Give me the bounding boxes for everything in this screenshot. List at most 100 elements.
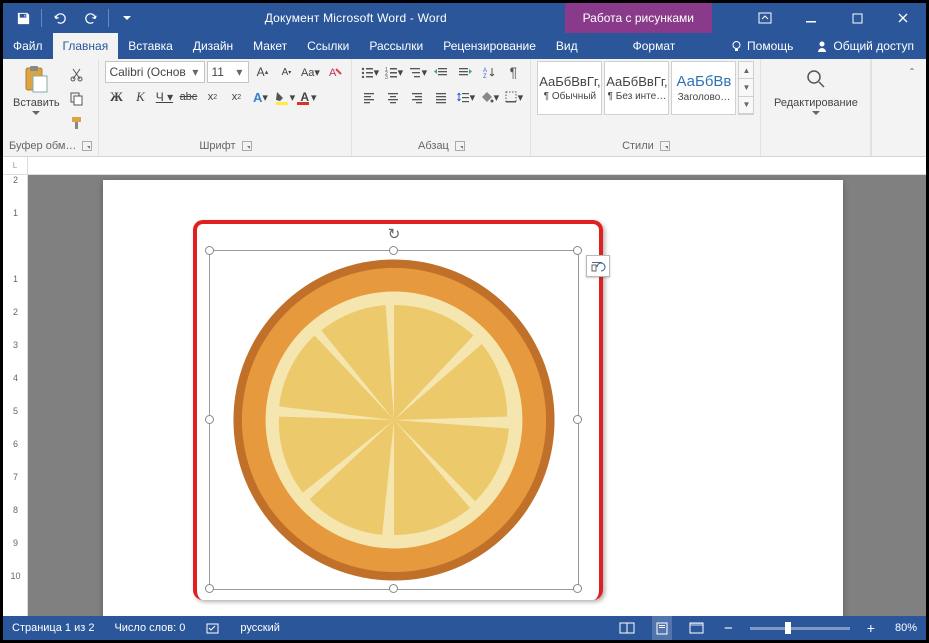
tab-references[interactable]: Ссылки bbox=[297, 33, 359, 59]
tab-insert[interactable]: Вставка bbox=[118, 33, 183, 59]
align-center-button[interactable] bbox=[382, 86, 404, 108]
show-hide-button[interactable]: ¶ bbox=[502, 61, 524, 83]
tab-home[interactable]: Главная bbox=[53, 33, 119, 59]
chevron-down-icon bbox=[812, 111, 820, 116]
web-layout-button[interactable] bbox=[686, 616, 707, 640]
zoom-slider[interactable] bbox=[750, 627, 850, 630]
style-heading1[interactable]: АаБбВвЗаголово… bbox=[671, 61, 736, 115]
resize-handle-se[interactable] bbox=[573, 584, 582, 593]
styles-dialog-launcher[interactable] bbox=[660, 141, 670, 151]
line-spacing-button[interactable]: ▾ bbox=[454, 86, 476, 108]
zoom-level[interactable]: 80% bbox=[892, 616, 920, 640]
svg-text:A: A bbox=[329, 67, 337, 79]
strikethrough-button[interactable]: abc bbox=[177, 86, 199, 108]
resize-handle-w[interactable] bbox=[205, 415, 214, 424]
tab-file[interactable]: Файл bbox=[3, 33, 53, 59]
underline-button[interactable]: Ч ▾ bbox=[153, 86, 175, 108]
resize-handle-s[interactable] bbox=[389, 584, 398, 593]
picture-selection[interactable]: ↻ bbox=[209, 250, 579, 590]
tab-layout[interactable]: Макет bbox=[243, 33, 297, 59]
resize-handle-nw[interactable] bbox=[205, 246, 214, 255]
gallery-up-button[interactable]: ▲ bbox=[739, 62, 753, 79]
word-count[interactable]: Число слов: 0 bbox=[111, 616, 188, 640]
print-layout-button[interactable] bbox=[652, 616, 672, 640]
cut-button[interactable] bbox=[66, 63, 88, 85]
rotation-handle[interactable]: ↻ bbox=[385, 225, 403, 243]
style-normal[interactable]: АаБбВвГг,¶ Обычный bbox=[537, 61, 602, 115]
chevron-down-icon[interactable]: ▾ bbox=[189, 65, 201, 79]
layout-options-button[interactable] bbox=[586, 255, 610, 277]
style-no-spacing[interactable]: АаБбВвГг,¶ Без инте… bbox=[604, 61, 669, 115]
font-color-button[interactable]: A▾ bbox=[297, 86, 319, 108]
gallery-more-button[interactable]: ▼ bbox=[739, 97, 753, 114]
page: ↻ bbox=[103, 180, 843, 616]
qat-customize-button[interactable] bbox=[113, 4, 141, 32]
sort-button[interactable]: AZ bbox=[478, 61, 500, 83]
maximize-button[interactable] bbox=[834, 3, 880, 33]
shading-button[interactable]: ▾ bbox=[478, 86, 500, 108]
resize-handle-ne[interactable] bbox=[573, 246, 582, 255]
find-button[interactable]: Редактирование bbox=[767, 61, 864, 118]
workspace: 2112345678910 ↻ bbox=[3, 175, 926, 616]
increase-indent-button[interactable] bbox=[454, 61, 476, 83]
text-effects-button[interactable]: A▾ bbox=[249, 86, 271, 108]
highlight-button[interactable]: ▾ bbox=[273, 86, 295, 108]
page-indicator[interactable]: Страница 1 из 2 bbox=[9, 616, 97, 640]
tab-design[interactable]: Дизайн bbox=[183, 33, 243, 59]
collapse-ribbon-button[interactable]: ˆ bbox=[901, 62, 923, 84]
copy-button[interactable] bbox=[66, 87, 88, 109]
tab-format[interactable]: Формат bbox=[623, 33, 686, 59]
save-button[interactable] bbox=[9, 4, 37, 32]
close-button[interactable] bbox=[880, 3, 926, 33]
clear-formatting-button[interactable]: A bbox=[323, 61, 345, 83]
shrink-font-button[interactable]: A▾ bbox=[275, 61, 297, 83]
borders-button[interactable]: ▾ bbox=[502, 86, 524, 108]
tab-review[interactable]: Рецензирование bbox=[433, 33, 546, 59]
minimize-button[interactable] bbox=[788, 3, 834, 33]
picture-tools-context-tab: Работа с рисунками bbox=[565, 3, 712, 33]
language-indicator[interactable]: русский bbox=[237, 616, 282, 640]
chevron-down-icon bbox=[32, 111, 40, 116]
redo-button[interactable] bbox=[76, 4, 104, 32]
paste-button[interactable]: Вставить bbox=[9, 61, 64, 118]
font-dialog-launcher[interactable] bbox=[242, 141, 252, 151]
vertical-ruler[interactable]: 2112345678910 bbox=[3, 175, 28, 616]
spellcheck-button[interactable] bbox=[202, 616, 223, 640]
align-left-button[interactable] bbox=[358, 86, 380, 108]
justify-button[interactable] bbox=[430, 86, 452, 108]
align-right-button[interactable] bbox=[406, 86, 428, 108]
resize-handle-sw[interactable] bbox=[205, 584, 214, 593]
document-area[interactable]: ↻ bbox=[28, 175, 926, 616]
share-button[interactable]: Общий доступ bbox=[803, 33, 926, 59]
tell-me-field[interactable]: Помощь bbox=[720, 33, 803, 59]
bold-button[interactable]: Ж bbox=[105, 86, 127, 108]
undo-button[interactable] bbox=[46, 4, 74, 32]
subscript-button[interactable]: x2 bbox=[201, 86, 223, 108]
italic-button[interactable]: К bbox=[129, 86, 151, 108]
tab-view[interactable]: Вид bbox=[546, 33, 588, 59]
read-mode-button[interactable] bbox=[616, 616, 638, 640]
resize-handle-n[interactable] bbox=[389, 246, 398, 255]
clipboard-dialog-launcher[interactable] bbox=[82, 141, 92, 151]
zoom-out-button[interactable]: − bbox=[721, 616, 736, 640]
numbering-button[interactable]: 123▾ bbox=[382, 61, 404, 83]
font-size-combo[interactable]: 11▾ bbox=[207, 61, 249, 83]
tab-mailings[interactable]: Рассылки bbox=[359, 33, 433, 59]
grow-font-button[interactable]: A▴ bbox=[251, 61, 273, 83]
bullets-button[interactable]: ▾ bbox=[358, 61, 380, 83]
format-painter-button[interactable] bbox=[66, 111, 88, 133]
change-case-button[interactable]: Aa▾ bbox=[299, 61, 321, 83]
font-name-combo[interactable]: Calibri (Основ▾ bbox=[105, 61, 205, 83]
gallery-down-button[interactable]: ▼ bbox=[739, 79, 753, 96]
superscript-button[interactable]: x2 bbox=[225, 86, 247, 108]
decrease-indent-button[interactable] bbox=[430, 61, 452, 83]
tab-selector[interactable]: L bbox=[3, 157, 28, 175]
orange-slice-image[interactable] bbox=[210, 251, 578, 589]
ribbon-display-button[interactable] bbox=[742, 3, 788, 33]
chevron-down-icon[interactable]: ▾ bbox=[233, 65, 245, 79]
zoom-in-button[interactable]: + bbox=[864, 616, 878, 640]
multilevel-list-button[interactable]: ▾ bbox=[406, 61, 428, 83]
horizontal-ruler[interactable]: L · 2 · ı · 1 · ı ·▣· ı · 1 · ı · 2 · ı … bbox=[3, 157, 926, 175]
resize-handle-e[interactable] bbox=[573, 415, 582, 424]
paragraph-dialog-launcher[interactable] bbox=[455, 141, 465, 151]
